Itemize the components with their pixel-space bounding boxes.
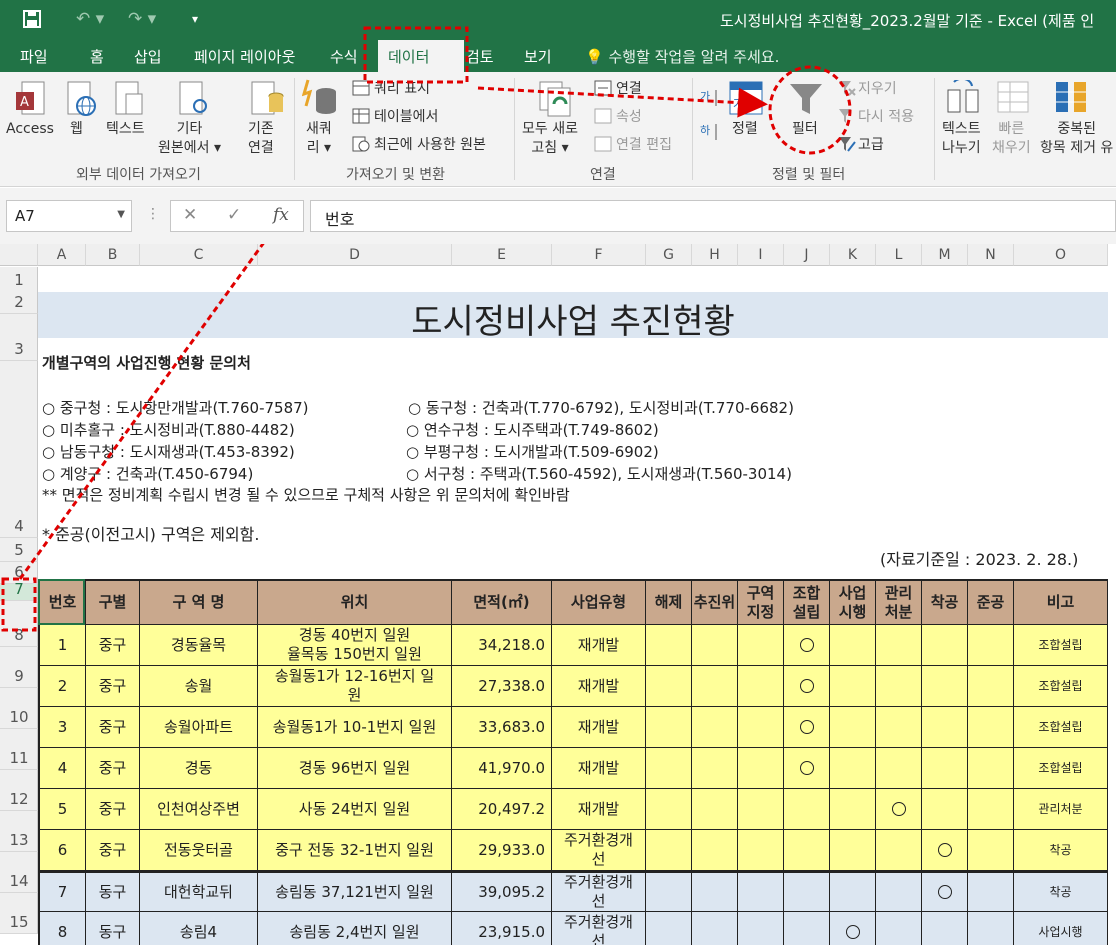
annotation-overlay-top [363,26,852,155]
annotation-overlay [1,244,265,632]
worksheet-grid: ABCDEFGHIJKLMNO 1 2 3 4 5 6 7 8 9 10 11 12 13 14 15 도시… [0,244,1116,945]
